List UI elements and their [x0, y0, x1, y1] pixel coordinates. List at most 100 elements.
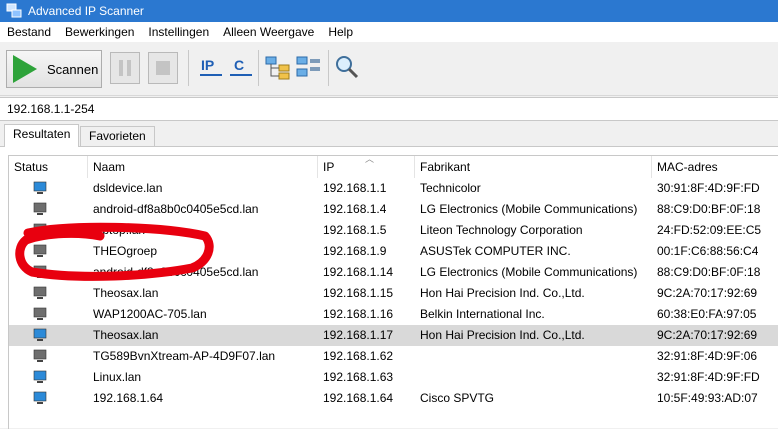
- cell-ip: 192.168.1.5: [323, 223, 387, 237]
- ip-icon-label: IP: [201, 57, 214, 73]
- stop-icon: [156, 61, 170, 75]
- cell-vendor: LG Electronics (Mobile Communications): [420, 202, 638, 216]
- cell-mac: 10:5F:49:93:AD:07: [657, 391, 758, 405]
- menu-bestand[interactable]: Bestand: [0, 22, 58, 42]
- cell-ip: 192.168.1.1: [323, 181, 387, 195]
- cell-name: THEOgroep: [93, 244, 158, 258]
- computer-status-icon: [33, 391, 47, 404]
- class-c-subnet-icon[interactable]: C: [228, 54, 254, 80]
- scan-button[interactable]: Scannen: [6, 50, 102, 88]
- menu-bewerkingen[interactable]: Bewerkingen: [58, 22, 141, 42]
- list-header: Status Naam IP Fabrikant MAC-adres ︿: [9, 156, 778, 178]
- cell-name: Linux.lan: [93, 370, 142, 384]
- cell-mac: 88:C9:D0:BF:0F:18: [657, 265, 761, 279]
- computer-status-icon: [33, 328, 47, 341]
- play-icon: [13, 55, 37, 83]
- cell-ip: 192.168.1.17: [323, 328, 394, 342]
- network-app-icon: [6, 3, 22, 18]
- cell-mac: 32:91:8F:4D:9F:FD: [657, 370, 760, 384]
- table-row[interactable]: Theosax.lan 192.168.1.17 Hon Hai Precision…: [9, 325, 778, 346]
- collapse-tree-icon[interactable]: [296, 54, 322, 80]
- cell-mac: 32:91:8F:4D:9F:06: [657, 349, 758, 363]
- pause-button[interactable]: [110, 52, 140, 84]
- column-fabrikant[interactable]: Fabrikant: [415, 156, 652, 178]
- stop-button[interactable]: [148, 52, 178, 84]
- column-naam[interactable]: Naam: [88, 156, 318, 178]
- table-row[interactable]: Linux.lan 192.168.1.63 32:91:8F:4D:9F:FD: [9, 367, 778, 388]
- cell-vendor: Belkin International Inc.: [420, 307, 545, 321]
- cell-ip: 192.168.1.63: [323, 370, 394, 384]
- cell-vendor: Cisco SPVTG: [420, 391, 495, 405]
- cell-name: Theosax.lan: [93, 286, 159, 300]
- computer-status-icon: [33, 370, 47, 383]
- scan-button-label: Scannen: [47, 61, 99, 77]
- cell-ip: 192.168.1.62: [323, 349, 394, 363]
- menu-instellingen[interactable]: Instellingen: [141, 22, 216, 42]
- cell-mac: 9C:2A:70:17:92:69: [657, 328, 758, 342]
- cell-vendor: Hon Hai Precision Ind. Co.,Ltd.: [420, 328, 585, 342]
- cell-ip: 192.168.1.16: [323, 307, 394, 321]
- column-mac-adres[interactable]: MAC-adres: [652, 156, 778, 178]
- computer-status-icon: [33, 223, 47, 236]
- table-row[interactable]: 192.168.1.64 192.168.1.64 Cisco SPVTG 10:5F…: [9, 388, 778, 409]
- table-row[interactable]: dsldevice.lan 192.168.1.1 Technicolor 30:91…: [9, 178, 778, 199]
- results-panel: Status Naam IP Fabrikant MAC-adres ︿ dsl…: [0, 146, 778, 429]
- computer-status-icon: [33, 286, 47, 299]
- menu-help[interactable]: Help: [321, 22, 360, 42]
- expand-tree-icon[interactable]: [265, 54, 291, 80]
- table-row[interactable]: THEOgroep 192.168.1.9 ASUSTek COMPUTER INC…: [9, 241, 778, 262]
- search-icon[interactable]: [334, 54, 360, 80]
- tab-resultaten[interactable]: Resultaten: [4, 124, 80, 147]
- computer-status-icon: [33, 307, 47, 320]
- results-list: Status Naam IP Fabrikant MAC-adres ︿ dsl…: [8, 155, 778, 429]
- ip-subnet-icon[interactable]: IP: [198, 54, 224, 80]
- cell-name: android-df8a8b0c0405e5cd.lan: [93, 202, 259, 216]
- cell-vendor: LG Electronics (Mobile Communications): [420, 265, 638, 279]
- cell-vendor: Technicolor: [420, 181, 481, 195]
- cell-name: TG589BvnXtream-AP-4D9F07.lan: [93, 349, 276, 363]
- cell-ip: 192.168.1.14: [323, 265, 394, 279]
- c-icon-label: C: [234, 57, 244, 73]
- cell-ip: 192.168.1.4: [323, 202, 387, 216]
- computer-status-icon: [33, 265, 47, 278]
- table-row[interactable]: WAP1200AC-705.lan 192.168.1.16 Belkin Inte…: [9, 304, 778, 325]
- cell-name: Theosax.lan: [93, 328, 159, 342]
- computer-status-icon: [33, 244, 47, 257]
- cell-mac: 00:1F:C6:88:56:C4: [657, 244, 759, 258]
- tab-favorieten[interactable]: Favorieten: [80, 126, 155, 146]
- computer-status-icon: [33, 202, 47, 215]
- table-row[interactable]: android-df8a8b0c0405e5cd.lan 192.168.1.4 L…: [9, 199, 778, 220]
- cell-name: dsldevice.lan: [93, 181, 163, 195]
- table-row[interactable]: android-df8a8b0c0405e5cd.lan 192.168.1.14…: [9, 262, 778, 283]
- cell-mac: 24:FD:52:09:EE:C5: [657, 223, 762, 237]
- computer-status-icon: [33, 349, 47, 362]
- table-row[interactable]: laptop.lan 192.168.1.5 Liteon Technology C…: [9, 220, 778, 241]
- cell-mac: 60:38:E0:FA:97:05: [657, 307, 757, 321]
- cell-vendor: Liteon Technology Corporation: [420, 223, 583, 237]
- cell-mac: 30:91:8F:4D:9F:FD: [657, 181, 760, 195]
- cell-vendor: ASUSTek COMPUTER INC.: [420, 244, 571, 258]
- cell-mac: 88:C9:D0:BF:0F:18: [657, 202, 761, 216]
- toolbar-divider: [328, 50, 329, 86]
- cell-name: laptop.lan: [93, 223, 146, 237]
- sort-ascending-icon: ︿: [365, 155, 375, 164]
- cell-name: WAP1200AC-705.lan: [93, 307, 207, 321]
- pause-icon: [119, 60, 131, 76]
- cell-mac: 9C:2A:70:17:92:69: [657, 286, 758, 300]
- menu-bar: Bestand Bewerkingen Instellingen Alleen …: [0, 22, 778, 42]
- computer-status-icon: [33, 181, 47, 194]
- title-bar: Advanced IP Scanner: [0, 0, 778, 22]
- table-row[interactable]: Theosax.lan 192.168.1.15 Hon Hai Precision…: [9, 283, 778, 304]
- column-status[interactable]: Status: [9, 156, 88, 178]
- cell-name: android-df8a8b0c0405e5cd.lan: [93, 265, 259, 279]
- ip-range-input[interactable]: 192.168.1.1-254: [0, 97, 778, 121]
- window-title: Advanced IP Scanner: [28, 4, 144, 18]
- menu-alleen-weergave[interactable]: Alleen Weergave: [216, 22, 321, 42]
- tab-strip: Resultaten Favorieten: [0, 124, 778, 147]
- cell-ip: 192.168.1.9: [323, 244, 387, 258]
- cell-ip: 192.168.1.64: [323, 391, 394, 405]
- toolbar-divider: [258, 50, 259, 86]
- cell-name: 192.168.1.64: [93, 391, 164, 405]
- cell-vendor: Hon Hai Precision Ind. Co.,Ltd.: [420, 286, 585, 300]
- table-row[interactable]: TG589BvnXtream-AP-4D9F07.lan 192.168.1.62…: [9, 346, 778, 367]
